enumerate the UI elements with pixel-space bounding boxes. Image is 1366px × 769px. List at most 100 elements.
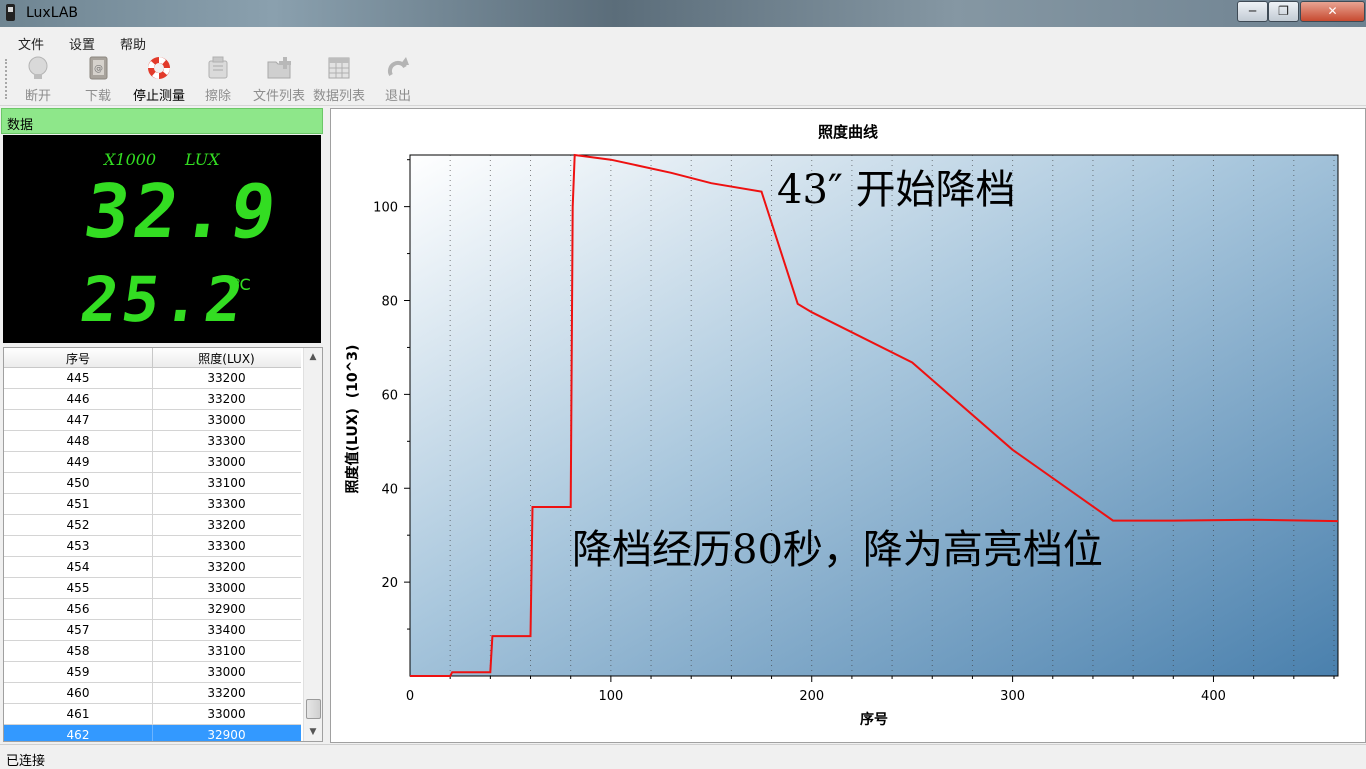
scroll-up-arrow-icon[interactable]: ▲ [304,348,322,366]
table-row[interactable]: 452 33200 [4,515,301,536]
table-row[interactable]: 451 33300 [4,494,301,515]
table-row[interactable]: 447 33000 [4,410,301,431]
minimize-button[interactable]: ─ [1237,1,1268,22]
exit-label: 退出 [384,89,411,104]
exit-button[interactable]: 退出 [380,55,416,104]
cell-lux: 32900 [207,728,246,742]
chart-title: 照度曲线 [818,123,878,141]
app-icon [6,4,15,21]
table-row[interactable]: 460 33200 [4,683,301,704]
table-row[interactable]: 455 33000 [4,578,301,599]
cell-seq: 457 [66,623,90,637]
data-panel-header: 数据 [1,108,323,134]
lifebuoy-icon [148,57,170,79]
table-row[interactable]: 450 33100 [4,473,301,494]
cell-lux: 33000 [207,665,246,679]
cell-lux: 33100 [207,476,246,490]
cell-seq: 454 [66,560,90,574]
table-row[interactable]: 454 33200 [4,557,301,578]
y-tick-label: 100 [373,201,398,216]
table-row[interactable]: 445 33200 [4,368,301,389]
eraser-icon [208,56,228,79]
download-button[interactable]: @ 下载 [80,55,116,104]
table-row[interactable]: 457 33400 [4,620,301,641]
cell-seq: 450 [66,476,90,490]
cell-seq: 449 [66,455,90,469]
cell-seq: 453 [66,539,90,553]
table-header: 序号 照度(LUX) [4,348,301,368]
cell-lux: 33200 [207,371,246,385]
scroll-down-arrow-icon[interactable]: ▼ [304,723,322,741]
annotation-downshift-start: 43″ 开始降档 [777,167,1016,213]
cell-lux: 33200 [207,560,246,574]
plot-area [409,154,1339,677]
cell-seq: 445 [66,371,90,385]
stop-measure-button[interactable]: 停止测量 [128,55,190,104]
erase-button[interactable]: 擦除 [200,55,236,104]
redo-icon [387,57,409,76]
menu-help[interactable]: 帮助 [120,34,146,53]
status-bar: 已连接 [0,744,1366,769]
cell-seq: 461 [66,707,90,721]
toolbar-grip[interactable] [5,59,9,99]
cell-lux: 33000 [207,455,246,469]
cell-seq: 459 [66,665,90,679]
lcd-display: X1000 LUX 32.9 25.2 ℃ [3,135,321,343]
x-tick-label: 200 [799,689,824,704]
column-header-seq[interactable]: 序号 [4,350,152,367]
cell-lux: 33300 [207,434,246,448]
data-list-label: 数据列表 [312,89,365,104]
cell-seq: 460 [66,686,90,700]
cell-lux: 33200 [207,686,246,700]
table-row[interactable]: 446 33200 [4,389,301,410]
svg-text:@: @ [94,64,103,74]
cell-lux: 33300 [207,497,246,511]
table-row[interactable]: 462 32900 [4,725,301,742]
toolbar: 断开 @ 下载 停止测量 擦除 文件列表 数据列表 退出 [0,53,1366,106]
table-row[interactable]: 458 33100 [4,641,301,662]
table-row[interactable]: 453 33300 [4,536,301,557]
file-list-label: 文件列表 [252,89,305,104]
illuminance-chart: 照度曲线 20 40 60 80 100 0 100 200 300 400 43″ 开始降档 降… [344,123,1339,728]
cell-lux: 32900 [207,602,246,616]
connection-status: 已连接 [6,754,46,769]
cell-seq: 455 [66,581,90,595]
cell-lux: 33000 [207,413,246,427]
cell-lux: 33000 [207,707,246,721]
display-unit: LUX [185,150,220,169]
table-scrollbar[interactable]: ▲ ▼ [303,348,322,741]
table-row[interactable]: 461 33000 [4,704,301,725]
maximize-button[interactable]: ❐ [1268,1,1299,22]
menu-file[interactable]: 文件 [18,34,44,53]
erase-label: 擦除 [204,89,231,104]
x-tick-label: 400 [1201,689,1226,704]
data-list-button[interactable]: 数据列表 [310,55,368,104]
cell-lux: 33200 [207,518,246,532]
disconnect-button[interactable]: 断开 [20,55,56,104]
table-body: 445 33200 446 33200 447 33000 448 33300 449 33000… [4,368,301,742]
cell-seq: 446 [66,392,90,406]
annotation-downshift-duration: 降档经历80秒，降为高亮档位 [572,527,1103,573]
menu-bar: 文件 设置 帮助 [0,27,1366,53]
table-row[interactable]: 448 33300 [4,431,301,452]
cell-seq: 451 [66,497,90,511]
menu-settings[interactable]: 设置 [69,34,95,53]
x-tick-label: 0 [406,689,414,704]
book-download-icon: @ [89,56,108,80]
scroll-thumb[interactable] [306,699,321,719]
table-row[interactable]: 449 33000 [4,452,301,473]
column-header-lux[interactable]: 照度(LUX) [153,350,300,367]
file-list-button[interactable]: 文件列表 [248,55,310,104]
temperature-reading: 25.2 [75,263,252,336]
close-button[interactable]: ✕ [1300,1,1365,22]
y-tick-label: 20 [381,576,398,591]
data-panel-title: 数据 [7,118,34,133]
table-row[interactable]: 459 33000 [4,662,301,683]
cell-seq: 452 [66,518,90,532]
table-row[interactable]: 456 32900 [4,599,301,620]
cell-lux: 33400 [207,623,246,637]
bulb-icon [28,56,48,79]
cell-seq: 456 [66,602,90,616]
x-tick-label: 300 [1000,689,1025,704]
window-title: LuxLAB [26,5,79,21]
